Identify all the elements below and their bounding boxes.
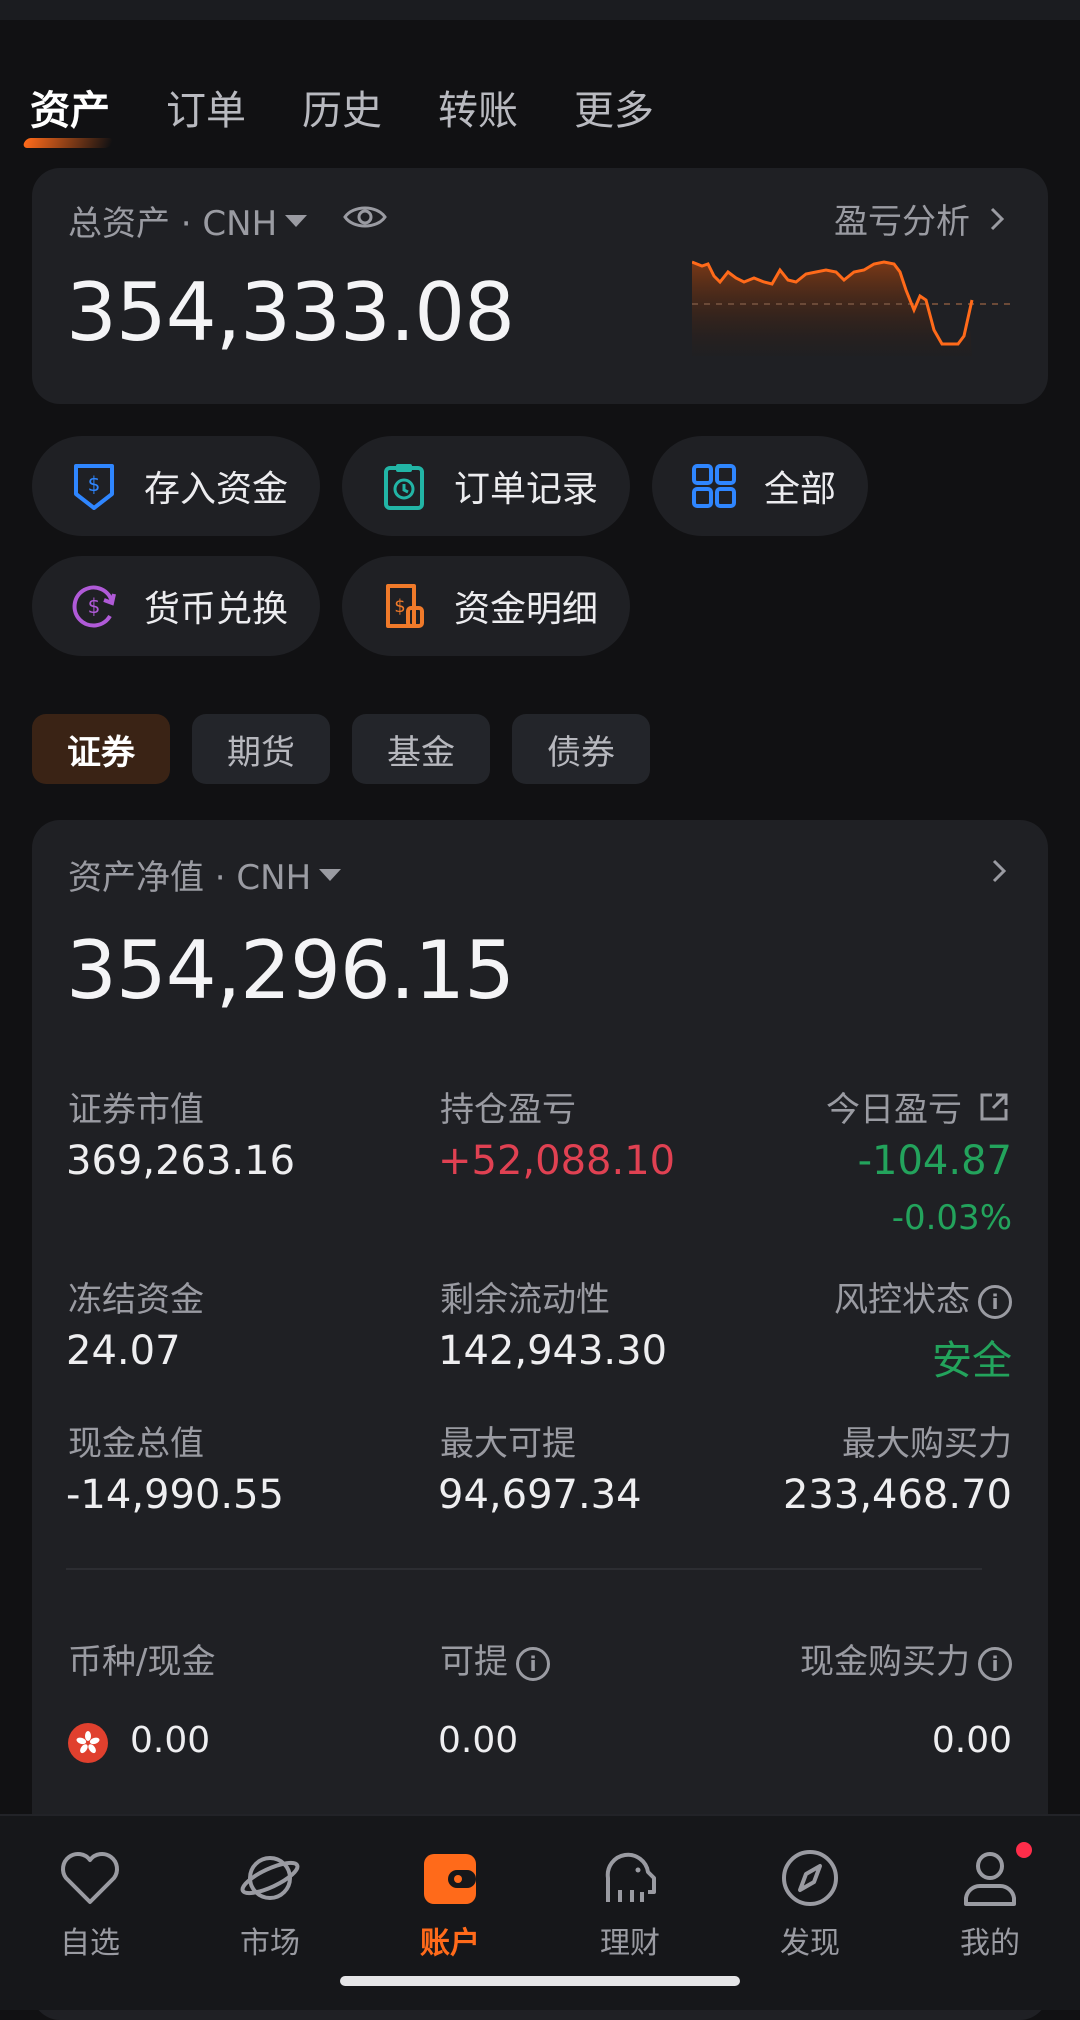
net-value-label: 资产净值 · CNH <box>68 858 312 898</box>
svg-text:$: $ <box>88 472 101 496</box>
fund-detail-icon: $ <box>376 578 432 634</box>
fund-detail-label: 资金明细 <box>454 589 599 630</box>
total-assets-label: 总资产 · CNH <box>68 204 278 244</box>
currency-exchange-icon: $ <box>66 578 122 634</box>
hkd-withdrawable-value: 0.00 <box>438 1720 519 1761</box>
total-assets-label-row: 总资产 · CNH <box>68 196 387 245</box>
section-divider <box>66 1568 982 1570</box>
today-pl: -104.87 <box>857 1138 1012 1184</box>
frozen-value: 24.07 <box>66 1328 181 1374</box>
order-record-button[interactable]: 订单记录 <box>342 436 631 536</box>
nav-market[interactable]: 市场 <box>200 1848 340 1962</box>
pl-analysis-link[interactable]: 盈亏分析 <box>834 194 1012 243</box>
market-value-label: 证券市值 <box>68 1090 204 1130</box>
chevron-right-icon <box>990 207 1005 230</box>
hkd-cash-value: 0.00 <box>130 1720 211 1761</box>
deposit-label: 存入资金 <box>144 469 289 510</box>
wallet-icon <box>424 1854 476 1904</box>
home-indicator <box>340 1976 740 1986</box>
share-icon[interactable] <box>976 1089 1012 1125</box>
withdrawable-header-label: 可提 <box>440 1642 508 1682</box>
max-withdraw-value: 94,697.34 <box>438 1472 642 1518</box>
svg-text:$: $ <box>88 594 101 618</box>
nav-watchlist-label: 自选 <box>60 1926 120 1961</box>
max-buying-power-label: 最大购买力 <box>842 1424 1012 1464</box>
info-icon[interactable]: i <box>978 1646 1012 1681</box>
currency-dropdown-icon[interactable] <box>285 214 308 227</box>
segment-securities[interactable]: 证券 <box>32 714 170 784</box>
planet-icon <box>240 1856 300 1900</box>
risk-status-header: 风控状态 i <box>834 1272 1012 1321</box>
all-functions-button[interactable]: 全部 <box>652 436 869 536</box>
nav-account[interactable]: 账户 <box>380 1848 520 1962</box>
heart-icon <box>61 1852 119 1904</box>
nav-me[interactable]: 我的 <box>920 1848 1060 1962</box>
position-pl-label: 持仓盈亏 <box>440 1090 576 1130</box>
grid-icon <box>686 458 742 514</box>
net-value: 354,296.15 <box>66 924 515 1017</box>
market-value: 369,263.16 <box>66 1138 296 1184</box>
tab-assets[interactable]: 资产 <box>30 78 110 136</box>
cash-total-value: -14,990.55 <box>66 1472 285 1518</box>
cash-buying-power-header: 现金购买力 i <box>800 1634 1012 1683</box>
today-pl-label: 今日盈亏 <box>826 1090 962 1130</box>
position-pl: +52,088.10 <box>438 1138 676 1184</box>
nav-account-label: 账户 <box>420 1926 480 1961</box>
risk-status-value: 安全 <box>932 1338 1012 1384</box>
total-assets-card: 总资产 · CNH 盈亏分析 354,333.08 <box>32 168 1048 404</box>
nav-watchlist[interactable]: 自选 <box>20 1848 160 1962</box>
status-bar-strip <box>0 0 1080 20</box>
risk-status-label: 风控状态 <box>834 1280 970 1320</box>
segment-bonds[interactable]: 债券 <box>512 714 650 784</box>
order-record-icon <box>376 458 432 514</box>
pl-analysis-label: 盈亏分析 <box>834 202 970 242</box>
cash-buying-power-header-label: 现金购买力 <box>800 1642 970 1682</box>
info-icon[interactable]: i <box>516 1646 550 1681</box>
currency-exchange-label: 货币兑换 <box>144 589 289 630</box>
total-assets-value: 354,333.08 <box>66 266 515 359</box>
tab-transfer[interactable]: 转账 <box>438 78 518 136</box>
user-icon <box>964 1852 1016 1906</box>
liquidity-value: 142,943.30 <box>438 1328 668 1374</box>
info-icon[interactable]: i <box>978 1284 1012 1319</box>
fund-detail-button[interactable]: $ 资金明细 <box>342 556 631 656</box>
nav-discover-label: 发现 <box>780 1926 840 1961</box>
hk-flag-icon <box>68 1723 108 1763</box>
tab-more[interactable]: 更多 <box>574 78 654 136</box>
svg-text:$: $ <box>394 596 405 617</box>
nav-wealth-label: 理财 <box>600 1926 660 1961</box>
nav-market-label: 市场 <box>240 1926 300 1961</box>
deposit-icon: $ <box>66 458 122 514</box>
tab-history[interactable]: 历史 <box>302 78 382 136</box>
frozen-label: 冻结资金 <box>68 1280 204 1320</box>
withdrawable-header: 可提 i <box>440 1634 550 1683</box>
top-tabs: 资产 订单 历史 转账 更多 <box>30 78 710 136</box>
asset-trend-sparkline[interactable] <box>692 260 1016 356</box>
deposit-button[interactable]: $ 存入资金 <box>32 436 321 536</box>
tab-orders[interactable]: 订单 <box>166 78 246 136</box>
chevron-right-icon[interactable] <box>984 856 1014 886</box>
hkd-cash-buying-value: 0.00 <box>931 1720 1012 1761</box>
today-pl-pct: -0.03% <box>891 1198 1012 1238</box>
currency-exchange-button[interactable]: $ 货币兑换 <box>32 556 321 656</box>
today-pl-header: 今日盈亏 <box>826 1082 1012 1131</box>
net-value-label-row: 资产净值 · CNH <box>68 850 342 899</box>
cash-total-label: 现金总值 <box>68 1424 204 1464</box>
max-withdraw-label: 最大可提 <box>440 1424 576 1464</box>
nav-discover[interactable]: 发现 <box>740 1848 880 1962</box>
currency-dropdown-icon[interactable] <box>319 868 342 881</box>
segment-funds[interactable]: 基金 <box>352 714 490 784</box>
elephant-icon <box>605 1852 656 1902</box>
order-record-label: 订单记录 <box>454 469 599 510</box>
currency-cash-header: 币种/现金 <box>68 1642 216 1682</box>
segment-futures[interactable]: 期货 <box>192 714 330 784</box>
nav-me-label: 我的 <box>960 1926 1020 1961</box>
all-functions-label: 全部 <box>764 469 837 510</box>
eye-icon[interactable] <box>343 201 387 241</box>
liquidity-label: 剩余流动性 <box>440 1280 610 1320</box>
compass-icon <box>782 1850 838 1906</box>
notification-dot <box>1016 1842 1032 1858</box>
max-buying-power-value: 233,468.70 <box>782 1472 1012 1518</box>
nav-wealth[interactable]: 理财 <box>560 1848 700 1962</box>
